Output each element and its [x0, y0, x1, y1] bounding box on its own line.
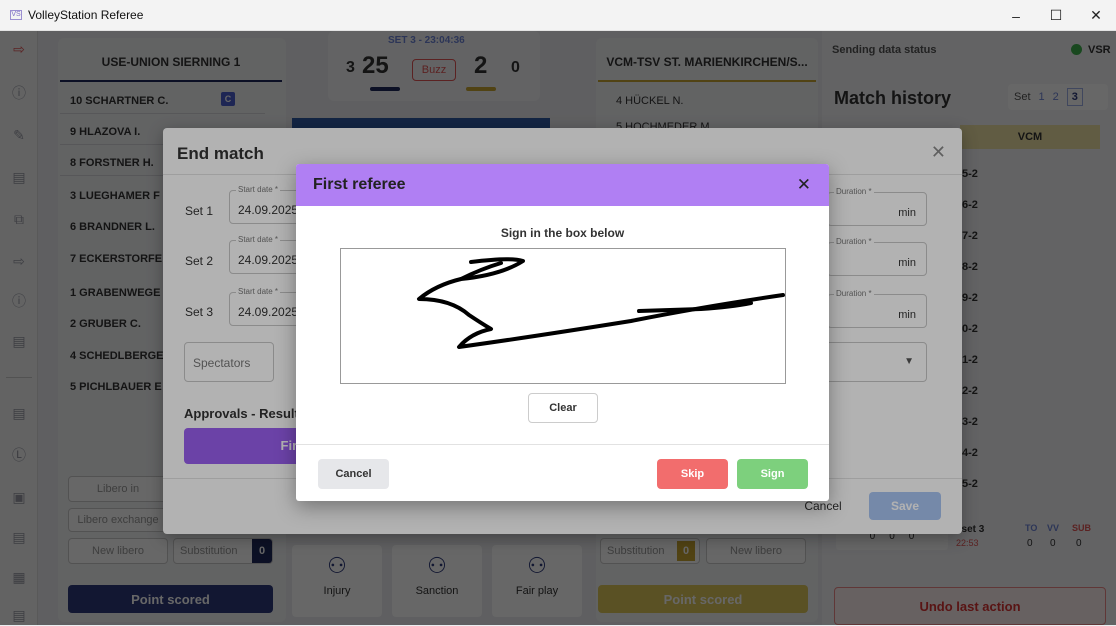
signature-canvas[interactable]: [340, 248, 786, 384]
minimize-button[interactable]: –: [996, 0, 1036, 31]
maximize-button[interactable]: ☐: [1036, 0, 1076, 31]
signature-dialog: First referee ✕ Sign in the box below Cl…: [296, 164, 829, 501]
clear-signature-button[interactable]: Clear: [528, 393, 598, 423]
app-icon: VS: [10, 10, 22, 20]
sign-button[interactable]: Sign: [737, 459, 808, 489]
signature-close-icon[interactable]: ✕: [797, 175, 811, 195]
skip-button[interactable]: Skip: [657, 459, 728, 489]
signature-header: First referee ✕: [296, 164, 829, 206]
title-bar: VS VolleyStation Referee – ☐ ✕: [0, 0, 1116, 31]
window-title: VolleyStation Referee: [28, 8, 144, 22]
signature-instruction: Sign in the box below: [500, 226, 625, 240]
dialog-divider: [296, 444, 829, 445]
signature-title: First referee: [313, 176, 406, 193]
signature-drawing: [417, 257, 785, 349]
close-window-button[interactable]: ✕: [1076, 0, 1116, 31]
signature-cancel-button[interactable]: Cancel: [318, 459, 389, 489]
